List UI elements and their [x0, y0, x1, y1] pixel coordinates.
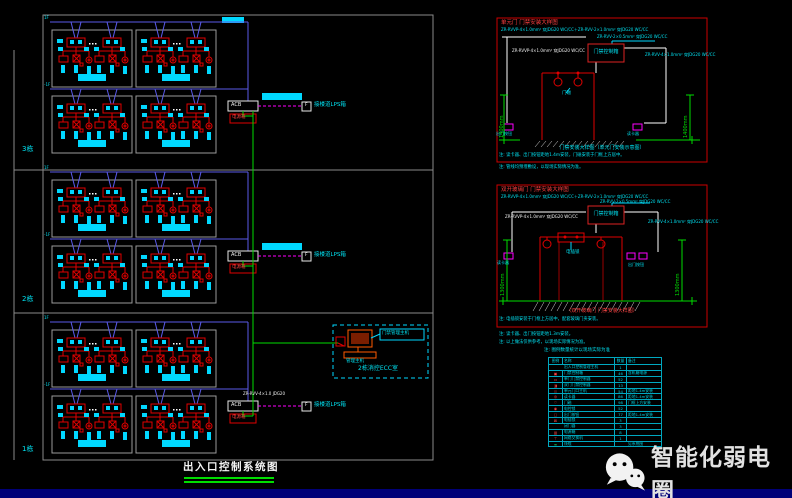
door-device-label: 门磁 — [562, 92, 571, 97]
detail-caption: （双开玻璃门 门禁安装大样图） — [532, 309, 672, 314]
lps-label: 接楼道LPS箱 — [314, 403, 346, 409]
detail-note: 注: 读卡器、出门按钮距地1.3m安装。 — [499, 333, 573, 337]
bus-floor-label: 1F — [44, 166, 49, 170]
detail-title: 双开玻璃门 门禁安装大样图 — [501, 188, 569, 194]
dimension-label: 1300mm — [501, 274, 506, 296]
cable-label: ZR-RVV-4×1.0mm² 穿JDG20 WC/CC — [645, 53, 715, 57]
bus-floor-label: -1F — [44, 383, 50, 387]
cable-label: ZR-RVV-4×1.0mm² 穿JDG20 WC/CC — [648, 220, 718, 224]
cable-label: ZR-RVVP-4×1.0mm² 穿JDG20 WC/CC — [505, 215, 578, 219]
detail-note: 注: 以上做法仅供参考，以现场实际情况为准。 — [499, 341, 588, 345]
ecc-host-sub-label: 管理主机 — [346, 360, 364, 365]
legend-note: 注: 图例数量统计以现场实际为准 — [544, 349, 610, 354]
lps-label: 接楼道LPS箱 — [314, 253, 346, 259]
ecc-host-box-text: 门禁管理主机 — [382, 331, 409, 336]
detail-caption: 门禁安装大样图（单元门安装示意图） — [532, 146, 672, 151]
watermark: 智能化弱电圈 — [600, 438, 792, 498]
dimension-label: 1400mm — [500, 116, 505, 138]
device-label: 读卡器 — [497, 261, 509, 265]
cable-label: ZR-RVV-2×0.5mm² 穿JDG20 WC/CC — [600, 200, 670, 204]
page-title: 出入口控制系统图 — [183, 459, 279, 474]
f-box-label: F — [305, 104, 308, 109]
title-underline-2 — [184, 481, 274, 483]
detail-note: 注: 读卡器、出门按钮距地1.4m安装，门磁安装于门框上方居中。 — [499, 154, 625, 158]
door-device-label: 电插锁 — [566, 251, 580, 256]
junction-box-label: ACB — [231, 253, 241, 258]
detail-cable-spec: ZR-RVVP-4×1.0mm² 穿JDG20 WC/CC＋ZR-RVV-2×1… — [501, 28, 648, 32]
device-label: 出门按钮 — [628, 263, 644, 267]
legend-table: 图例名称数量备注出入口控制管理主机1▣门禁控制箱46含机箱电源▭单门门禁控制器5… — [548, 357, 662, 447]
bus-floor-label: 1F — [44, 316, 49, 320]
cable-spec-label: ZR-RVV-4×1.0 JDG20 — [243, 392, 285, 396]
dimension-label: 1300mm — [676, 274, 681, 296]
cable-label: ZR-RVV-2×0.5mm² 穿JDG20 WC/CC — [597, 35, 667, 39]
cable-label: ZR-RVVP-4×1.0mm² 穿JDG20 WC/CC — [512, 49, 585, 53]
section-label: 2栋 — [22, 296, 33, 303]
controller-box-label: 门禁控制箱 — [588, 50, 624, 55]
section-label: 1栋 — [22, 446, 33, 453]
power-box-label: 电源箱 — [232, 116, 246, 121]
title-underline-1 — [184, 477, 274, 479]
f-box-label: F — [305, 404, 308, 409]
ecc-host-box-label: 门禁管理主机 — [382, 332, 409, 337]
wechat-icon — [600, 448, 647, 496]
junction-box-label: ACB — [231, 103, 241, 108]
ecc-room-label: 2栋消控ECC室 — [358, 366, 398, 372]
section-label: 3栋 — [22, 146, 33, 153]
watermark-text: 智能化弱电圈 — [651, 438, 792, 498]
lps-label: 接楼道LPS箱 — [314, 103, 346, 109]
detail-note: 注: 电插锁安装于门框上方居中，配套玻璃门夹安装。 — [499, 318, 601, 322]
power-box-label: 电源箱 — [232, 416, 246, 421]
legend-cell: ≡ — [549, 442, 563, 447]
bus-floor-label: -1F — [44, 83, 50, 87]
device-label: 读卡器 — [627, 132, 639, 136]
detail-note: 注: 管线均预埋敷设，以现场实际情况为准。 — [499, 166, 583, 170]
detail-title: 单元门 门禁安装大样图 — [501, 21, 558, 27]
cad-canvas: 门禁管理主机 管理主机 2栋消控ECC室 注: 图例数量统计以现场实际为准 图例… — [0, 0, 792, 498]
dimension-label: 1400mm — [684, 116, 689, 138]
junction-box-label: ACB — [231, 403, 241, 408]
f-box-label: F — [305, 254, 308, 259]
bus-floor-label: -1F — [44, 233, 50, 237]
bus-floor-label: 1F — [44, 16, 49, 20]
power-box-label: 电源箱 — [232, 266, 246, 271]
controller-box-label: 门禁控制箱 — [588, 212, 624, 217]
wiring-diagram — [0, 0, 792, 498]
